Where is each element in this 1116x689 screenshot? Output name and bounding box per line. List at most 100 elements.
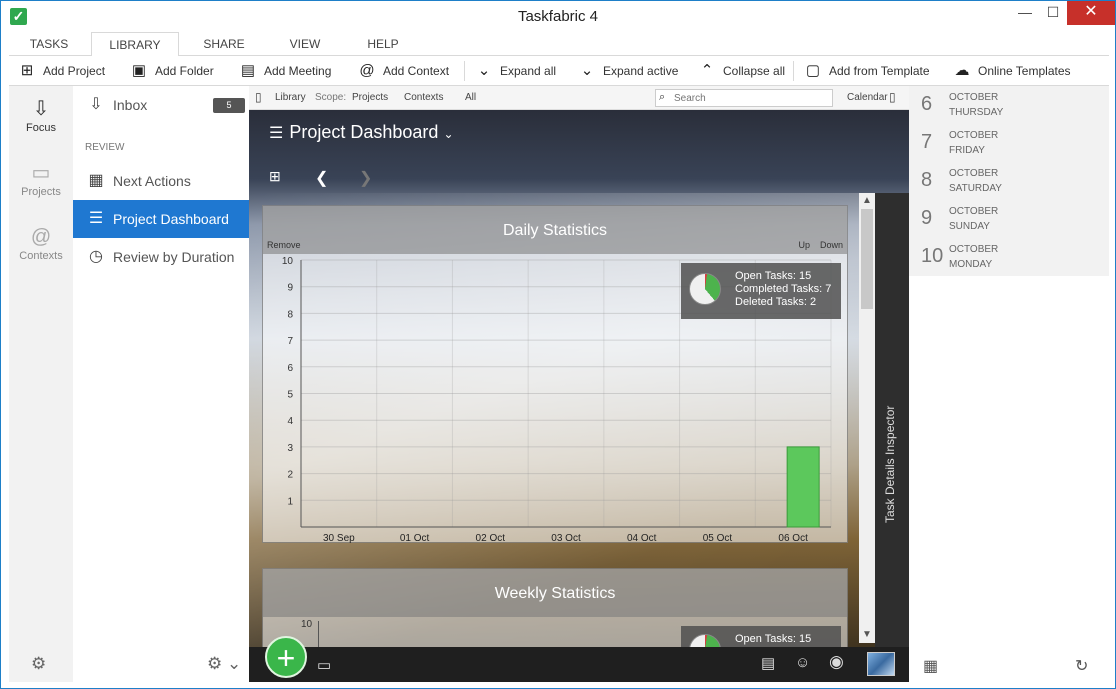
users-icon[interactable]: ☺ xyxy=(795,654,810,671)
y-tick-label: 1 xyxy=(287,496,293,507)
ribbon-tabs: TASKS LIBRARY SHARE VIEW HELP xyxy=(9,32,1109,57)
task-pie-icon xyxy=(689,273,721,305)
x-tick-label: 01 Oct xyxy=(400,533,430,544)
online-templates-button[interactable]: ☁ Online Templates xyxy=(952,60,1071,82)
rail-projects[interactable]: ▭ Projects xyxy=(9,160,73,198)
tab-tasks[interactable]: TASKS xyxy=(19,32,79,56)
calendar-toggle-label[interactable]: Calendar xyxy=(847,92,888,103)
online-templates-label: Online Templates xyxy=(978,64,1071,78)
collapse-all-label: Collapse all xyxy=(723,64,786,78)
toolbar: ⊞ Add Project ▣ Add Folder ▤ Add Meeting @ A… xyxy=(9,56,1109,86)
calendar-day-list: 6 OCTOBER THURSDAY 7 OCTOBER FRIDAY 8 OCTOBER SA… xyxy=(909,86,1109,276)
chevron-double-up-icon: ⌃ xyxy=(700,62,714,79)
y-tick-label: 8 xyxy=(287,309,293,320)
calendar-day-row[interactable]: 10 OCTOBER MONDAY xyxy=(909,238,1109,276)
inbox-count-badge: 5 xyxy=(213,98,245,113)
news-icon[interactable]: ▤ xyxy=(761,654,775,672)
calendar-day-row[interactable]: 6 OCTOBER THURSDAY xyxy=(909,86,1109,124)
add-meeting-label: Add Meeting xyxy=(264,64,332,78)
user-account-icon[interactable]: ◉ xyxy=(829,652,844,672)
calendar-weekday: FRIDAY xyxy=(949,145,985,156)
completed-tasks-count: Completed Tasks: 7 xyxy=(735,283,832,295)
scroll-down-arrow-icon[interactable]: ▼ xyxy=(862,629,872,640)
tab-view[interactable]: VIEW xyxy=(275,32,335,56)
scroll-thumb[interactable] xyxy=(861,209,873,309)
refresh-icon[interactable]: ↻ xyxy=(1075,656,1088,676)
add-project-button[interactable]: ⊞ Add Project xyxy=(17,60,105,82)
add-context-button[interactable]: @ Add Context xyxy=(357,60,449,82)
screen-capture-icon[interactable]: ▭ xyxy=(317,656,331,674)
dashboard-scrollbar[interactable]: ▲ ▼ xyxy=(859,193,875,643)
add-task-button[interactable]: + xyxy=(265,636,307,678)
y-tick-label: 10 xyxy=(282,256,294,267)
list-item-review-by-duration[interactable]: ◷ Review by Duration xyxy=(73,238,249,276)
add-folder-icon: ▣ xyxy=(131,62,147,79)
navigation-rail: ⇩ Focus ▭ Projects @ Contexts ⚙ xyxy=(9,86,73,682)
scroll-up-arrow-icon[interactable]: ▲ xyxy=(862,195,872,206)
daily-statistics-title: Daily Statistics xyxy=(502,222,608,239)
online-template-icon: ☁ xyxy=(954,62,970,79)
close-button[interactable]: ✕ xyxy=(1067,1,1115,25)
y-tick-label: 6 xyxy=(287,363,293,374)
rail-focus[interactable]: ⇩ Focus xyxy=(9,96,73,134)
title-bar: ✓ Taskfabric 4 — ☐ ✕ xyxy=(1,1,1115,32)
calendar-month: OCTOBER xyxy=(949,130,999,141)
document-icon: ▭ xyxy=(31,162,51,184)
next-actions-label: Next Actions xyxy=(113,173,191,189)
rail-contexts[interactable]: @ Contexts xyxy=(9,224,73,262)
search-input[interactable] xyxy=(674,91,829,105)
list-settings-gear-icon[interactable]: ⚙ ⌄ xyxy=(207,654,241,674)
move-down-link[interactable]: Down xyxy=(820,240,843,250)
task-summary-text: Open Tasks: 15 Completed Tasks: 7 Delete… xyxy=(735,270,831,309)
dashboard-title[interactable]: ☰ Project Dashboard ⌄ xyxy=(269,122,454,143)
add-folder-button[interactable]: ▣ Add Folder xyxy=(129,60,214,82)
calendar-day-row[interactable]: 9 OCTOBER SUNDAY xyxy=(909,200,1109,238)
expand-all-button[interactable]: ⌄ Expand all xyxy=(474,60,556,82)
calendar-day-row[interactable]: 8 OCTOBER SATURDAY xyxy=(909,162,1109,200)
open-tasks-count: Open Tasks: 15 xyxy=(735,270,812,282)
scope-contexts[interactable]: Contexts xyxy=(404,92,443,103)
minimize-button[interactable]: — xyxy=(1011,1,1039,25)
calendar-day-number: 7 xyxy=(921,131,933,153)
list-item-next-actions[interactable]: ▦ Next Actions xyxy=(73,162,249,200)
tab-library[interactable]: LIBRARY xyxy=(91,32,179,57)
calendar-weekday: THURSDAY xyxy=(949,107,1004,118)
calendar-icon[interactable]: ▦ xyxy=(923,656,938,676)
grid-view-icon[interactable]: ⊞ xyxy=(269,168,281,185)
remove-panel-link[interactable]: Remove xyxy=(267,240,301,250)
expand-active-button[interactable]: ⌄ Expand active xyxy=(577,60,679,82)
y-tick-label: 7 xyxy=(287,336,293,347)
inbox-label: Inbox xyxy=(113,97,148,113)
x-tick-label: 30 Sep xyxy=(323,533,355,544)
task-details-inspector-tab[interactable]: Task Details Inspector xyxy=(875,193,909,647)
avatar[interactable] xyxy=(867,652,895,676)
calendar-panel-icon[interactable]: ▯ xyxy=(889,90,896,104)
settings-gear-icon[interactable]: ⚙ xyxy=(31,654,46,674)
calendar-month: OCTOBER xyxy=(949,244,999,255)
chevron-double-down-icon: ⌄ xyxy=(477,62,491,79)
dashboard-list-icon: ☰ xyxy=(88,210,104,227)
x-tick-label: 03 Oct xyxy=(551,533,581,544)
y-tick-label: 5 xyxy=(287,390,293,401)
forward-arrow-icon[interactable]: ❯ xyxy=(359,168,372,188)
move-up-link[interactable]: Up xyxy=(798,240,810,250)
search-box: ⌕ xyxy=(655,89,833,107)
tab-help[interactable]: HELP xyxy=(355,32,411,56)
collapse-all-button[interactable]: ⌃ Collapse all xyxy=(697,60,785,82)
list-item-project-dashboard[interactable]: ☰ Project Dashboard xyxy=(73,200,249,238)
add-meeting-button[interactable]: ▤ Add Meeting xyxy=(238,60,331,82)
library-breadcrumb[interactable]: Library xyxy=(275,92,306,103)
scope-projects[interactable]: Projects xyxy=(352,92,388,103)
list-item-inbox[interactable]: ⇩ Inbox 5 xyxy=(73,86,249,124)
tab-share[interactable]: SHARE xyxy=(193,32,255,56)
add-context-label: Add Context xyxy=(383,64,450,78)
calendar-day-row[interactable]: 7 OCTOBER FRIDAY xyxy=(909,124,1109,162)
weekly-y-tick: 10 xyxy=(301,619,313,630)
back-arrow-icon[interactable]: ❮ xyxy=(315,168,328,188)
add-from-template-button[interactable]: ▢ Add from Template xyxy=(803,60,930,82)
review-section-header: REVIEW xyxy=(85,142,125,153)
sidebar-toggle-icon[interactable]: ▯ xyxy=(255,90,262,104)
project-dashboard-label: Project Dashboard xyxy=(113,211,229,227)
scope-all[interactable]: All xyxy=(465,92,476,103)
maximize-button[interactable]: ☐ xyxy=(1039,1,1067,25)
